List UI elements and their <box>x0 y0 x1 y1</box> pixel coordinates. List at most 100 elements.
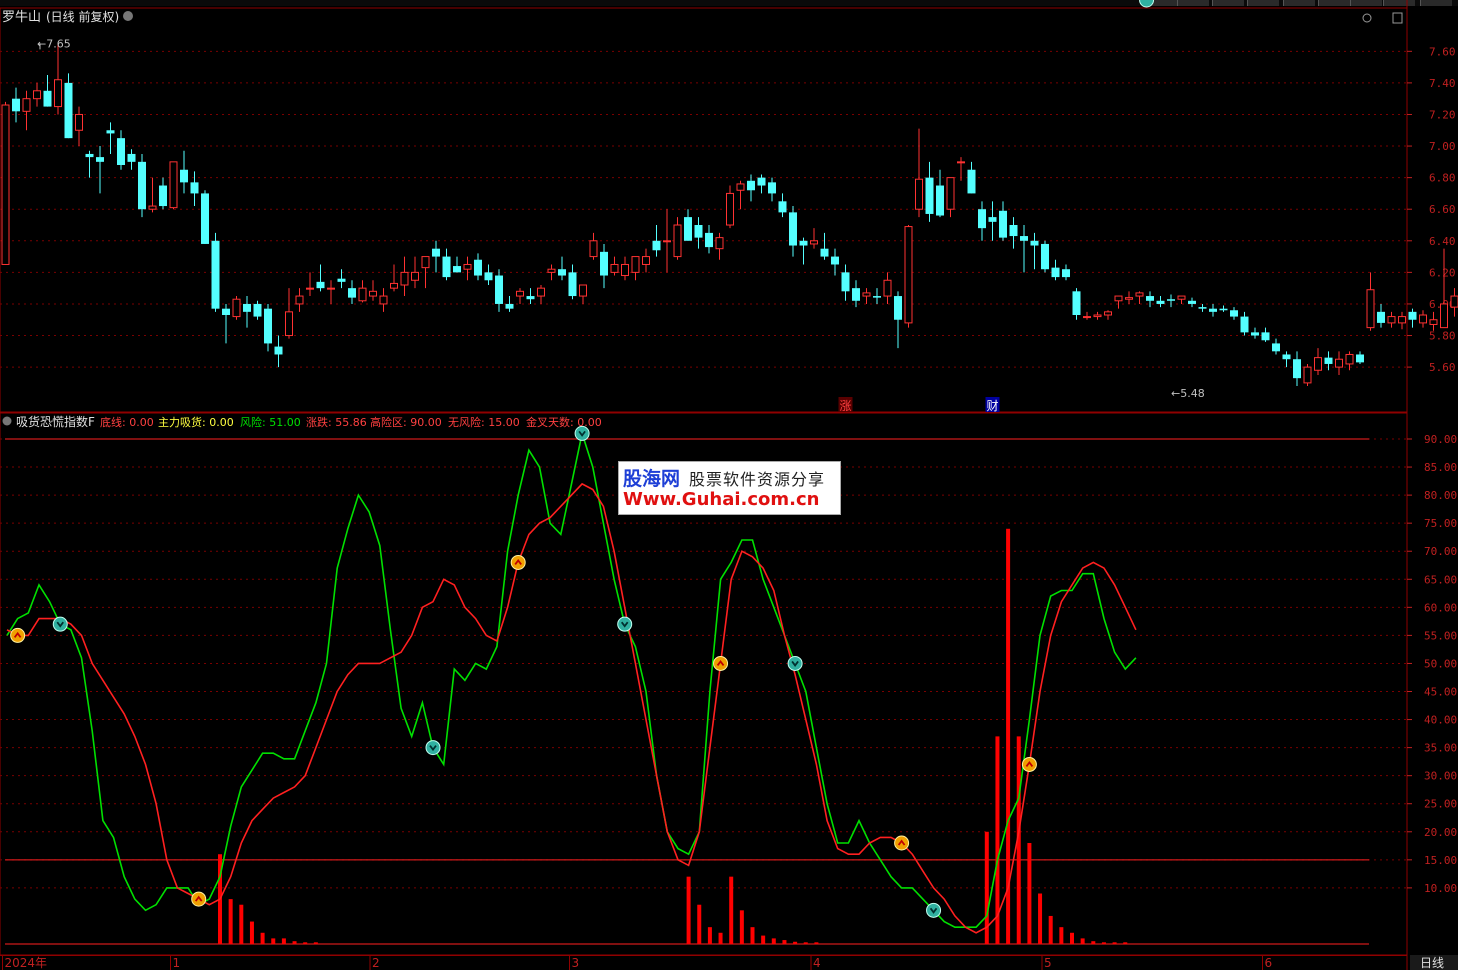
candle-body-down <box>558 269 566 276</box>
accumulation-bar <box>686 876 691 944</box>
candle-body-down <box>1041 243 1049 270</box>
candle-body-down <box>1356 354 1364 363</box>
candle-body-up <box>22 98 31 112</box>
golden-cross-icon <box>1021 756 1037 772</box>
candle-body-down <box>337 278 346 282</box>
candle-body-up <box>1398 316 1406 324</box>
candle-body-down <box>778 201 787 213</box>
candle-body-up <box>579 284 587 297</box>
candle-body-up <box>358 287 367 302</box>
accumulation-bar <box>1091 941 1096 944</box>
candle-body-down <box>274 346 283 355</box>
price-tick-label: 6.60 <box>1429 203 1456 216</box>
accumulation-bar <box>1048 915 1053 944</box>
event-marker[interactable]: 财 <box>987 399 999 413</box>
candle-body-up <box>232 298 241 318</box>
candle-body-down <box>600 251 608 276</box>
candle-body-up <box>915 178 923 210</box>
death-cross-icon <box>926 902 942 918</box>
death-cross-icon <box>787 655 803 671</box>
candle-body-down <box>1251 332 1259 336</box>
accumulation-bar <box>239 904 244 944</box>
candle-body-down <box>1156 300 1165 304</box>
candle-body-down <box>1261 332 1270 341</box>
high-price-label: ←7.65 <box>37 37 71 50</box>
candle-body-down <box>190 182 199 194</box>
watermark-brand: 股海网 <box>623 468 681 490</box>
daily-tab[interactable]: 日线 <box>1420 956 1444 970</box>
candle-body-down <box>127 153 136 162</box>
indicator-tick-label: 85.00 <box>1424 461 1457 474</box>
candle-body-up <box>726 192 734 226</box>
candle-body-down <box>1219 308 1228 311</box>
candle-body-down <box>1030 240 1039 246</box>
candle-body-down <box>222 308 230 315</box>
accumulation-bar <box>303 942 308 944</box>
candle-body-down <box>96 157 104 162</box>
accumulation-bar <box>1070 932 1074 944</box>
candle-body-down <box>348 288 356 298</box>
chart-period-label: (日线 前复权) <box>46 9 119 24</box>
candle-body-down <box>1240 316 1249 333</box>
death-cross-icon <box>52 616 68 632</box>
indicator-menu-icon[interactable] <box>2 416 12 426</box>
price-tick-label: 7.60 <box>1429 45 1456 58</box>
candle-body-down <box>106 130 115 134</box>
event-marker[interactable]: 涨 <box>840 398 852 413</box>
candle-body-down <box>64 82 73 139</box>
golden-cross-icon <box>191 891 207 907</box>
candle-body-down <box>1293 359 1301 379</box>
candle-body-up <box>411 271 419 281</box>
price-tick-label: 7.00 <box>1429 140 1456 153</box>
accumulation-bar <box>1027 843 1032 944</box>
golden-cross-icon <box>10 627 26 643</box>
candle-body-down <box>12 98 20 112</box>
indicator-tick-label: 70.00 <box>1424 545 1457 558</box>
candle-body-down <box>442 256 451 278</box>
panel-maximize-icon[interactable] <box>1392 12 1403 24</box>
chevron-down-icon[interactable] <box>123 11 133 21</box>
candle-body-down <box>799 240 808 246</box>
candle-body-up <box>1366 289 1375 329</box>
candle-body-up <box>1314 357 1322 371</box>
candle-body-down <box>1051 267 1060 278</box>
candle-body-up <box>537 287 545 297</box>
candle-body-up <box>421 256 430 269</box>
indicator-tick-label: 40.00 <box>1424 714 1457 727</box>
candle-body-up <box>621 263 629 277</box>
date-label: 3 <box>572 956 580 970</box>
stock-name: 罗牛山 <box>2 10 41 25</box>
candle-body-up <box>463 263 472 270</box>
candle-body-down <box>180 169 188 183</box>
indicator-tick-label: 80.00 <box>1424 489 1457 502</box>
date-label: 6 <box>1265 956 1273 970</box>
candle-body-up <box>516 290 524 297</box>
diamond-icon[interactable] <box>1362 13 1372 23</box>
low-price-label: ←5.48 <box>1171 387 1205 400</box>
candle-body-up <box>862 292 871 297</box>
candle-body-down <box>978 209 986 229</box>
indicator-tick-label: 25.00 <box>1424 798 1457 811</box>
accumulation-bar <box>281 938 286 944</box>
candle-body-down <box>43 90 52 107</box>
candle-body-down <box>1062 269 1070 278</box>
candle-body-up <box>883 279 892 297</box>
candle-body-down <box>694 225 703 238</box>
accumulation-bar <box>814 942 819 944</box>
candle-body-up <box>1125 297 1133 300</box>
indicator-title: 吸货恐慌指数F <box>16 414 95 429</box>
candle-body-down <box>253 303 262 317</box>
candle-body-down <box>1198 307 1207 309</box>
indicator-tick-label: 45.00 <box>1424 686 1457 699</box>
indicator-legend-item: 涨跌: 55.86 <box>306 415 367 429</box>
candle-body-down <box>873 296 881 298</box>
candle-body-down <box>831 256 839 265</box>
price-tick-label: 5.60 <box>1429 361 1456 374</box>
accumulation-bar <box>793 941 798 944</box>
candle-body-down <box>988 217 997 222</box>
watermark-url: Www.Guhai.com.cn <box>623 489 820 510</box>
candle-body-down <box>1408 311 1417 320</box>
date-label: 4 <box>813 956 821 970</box>
candle-body-up <box>1093 314 1102 318</box>
candle-body-up <box>663 240 671 243</box>
